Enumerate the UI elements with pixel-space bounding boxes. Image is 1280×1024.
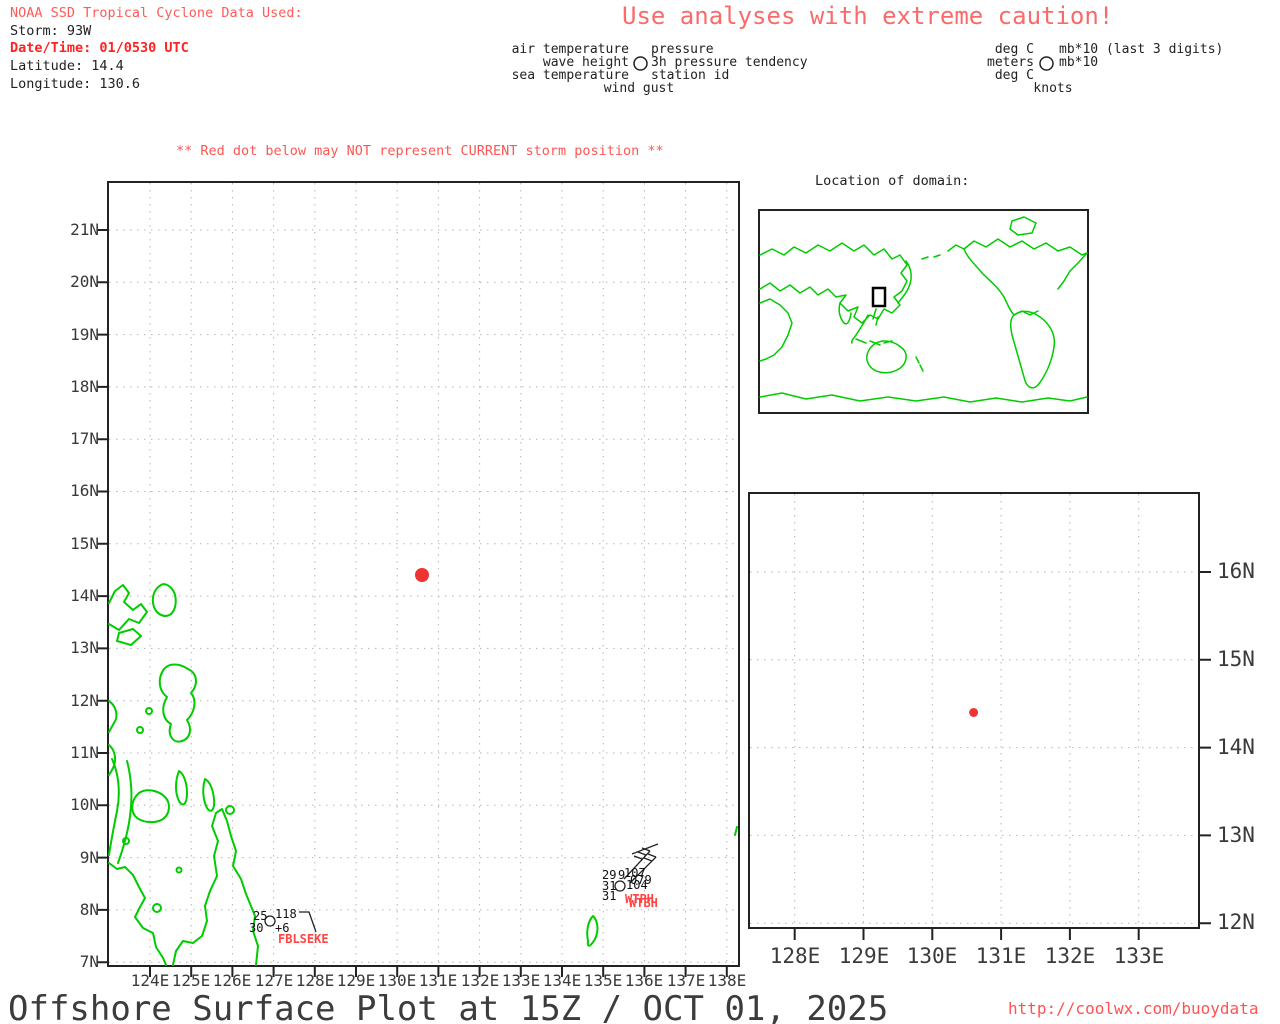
coast-australia <box>867 341 906 373</box>
ytick-12N: 12N <box>54 691 99 710</box>
units-tendency: mb*10 <box>1059 55 1098 70</box>
ytick-7N: 7N <box>54 952 99 971</box>
domain-world-map <box>758 209 1089 414</box>
caution-warning: Use analyses with extreme caution! <box>622 2 1113 30</box>
header-block: NOAA SSD Tropical Cyclone Data Used: Sto… <box>10 4 43 130</box>
station-id-wtbh: WTBH <box>629 897 658 909</box>
main-map-graphic <box>109 183 738 965</box>
coast-new-zealand <box>916 357 923 371</box>
inset-xtick-133E: 133E <box>1108 944 1170 968</box>
ytick-15N: 15N <box>54 534 99 553</box>
coast-india <box>839 303 851 324</box>
coast-antarctica <box>760 393 1087 402</box>
ytick-17N: 17N <box>54 429 99 448</box>
coast-aleutians <box>922 245 964 259</box>
inset-ytick-12N: 12N <box>1217 910 1255 934</box>
ytick-9N: 9N <box>54 848 99 867</box>
xtick-136E: 136E <box>624 971 664 990</box>
ytick-20N: 20N <box>54 272 99 291</box>
ytick-21N: 21N <box>54 220 99 239</box>
xtick-129E: 129E <box>336 971 376 990</box>
inset-xtick-130E: 130E <box>901 944 963 968</box>
xtick-127E: 127E <box>254 971 294 990</box>
inset-xtick-129E: 129E <box>833 944 895 968</box>
station-pressure: 118 <box>275 908 297 920</box>
header-source-line: NOAA SSD Tropical Cyclone Data Used: <box>10 4 303 22</box>
units-station-circle-icon <box>1038 55 1055 72</box>
inset-xtick-132E: 132E <box>1039 944 1101 968</box>
xtick-128E: 128E <box>295 971 335 990</box>
inset-ytick-16N: 16N <box>1217 559 1255 583</box>
storm-position-dot-inset <box>969 708 978 717</box>
station-value: 104 <box>626 879 648 891</box>
xtick-134E: 134E <box>542 971 582 990</box>
legend-station-id: station id <box>651 68 729 83</box>
ytick-14N: 14N <box>54 586 99 605</box>
legend-station-circle-icon <box>632 55 649 72</box>
domain-highlight-rect <box>873 288 885 306</box>
xtick-124E: 124E <box>130 971 170 990</box>
ytick-11N: 11N <box>54 743 99 762</box>
ytick-8N: 8N <box>54 900 99 919</box>
source-url-link[interactable]: http://coolwx.com/buoydata <box>1008 999 1258 1018</box>
storm-position-dot <box>415 568 429 582</box>
xtick-131E: 131E <box>418 971 458 990</box>
ytick-10N: 10N <box>54 795 99 814</box>
inset-ytick-14N: 14N <box>1217 735 1255 759</box>
coast-africa <box>760 299 792 361</box>
station-value: 31 <box>602 890 616 902</box>
coast-greenland <box>1010 217 1036 235</box>
ytick-13N: 13N <box>54 638 99 657</box>
ytick-19N: 19N <box>54 325 99 344</box>
inset-map-ticks <box>795 572 1211 940</box>
header-storm: Storm: 93W <box>10 22 91 40</box>
inset-ytick-15N: 15N <box>1217 647 1255 671</box>
station-sea-temp: 30 <box>249 922 263 934</box>
station-id-fblseke: FBLSEKE <box>278 933 329 945</box>
xtick-133E: 133E <box>501 971 541 990</box>
plot-title: Offshore Surface Plot at 15Z / OCT 01, 2… <box>8 989 888 1024</box>
coast-na-east <box>1058 253 1087 289</box>
inset-xtick-131E: 131E <box>970 944 1032 968</box>
legend-wind-gust: wind gust <box>589 81 689 96</box>
header-latitude: Latitude: 14.4 <box>10 57 124 75</box>
xtick-138E: 138E <box>707 971 747 990</box>
ytick-16N: 16N <box>54 481 99 500</box>
coast-na-west <box>964 249 1014 315</box>
domain-map-title: Location of domain: <box>815 173 969 189</box>
xtick-135E: 135E <box>583 971 623 990</box>
xtick-125E: 125E <box>171 971 211 990</box>
coast-seasia <box>852 315 868 343</box>
coast-eurasia <box>760 243 907 323</box>
header-datetime: Date/Time: 01/0530 UTC <box>10 39 189 57</box>
xtick-126E: 126E <box>212 971 252 990</box>
xtick-130E: 130E <box>377 971 417 990</box>
main-map: 21N 20N 19N 18N 17N 16N 15N 14N 13N 12N … <box>107 181 740 967</box>
world-coastline-graphic <box>760 211 1087 412</box>
inset-xtick-128E: 128E <box>764 944 826 968</box>
offshore-surface-plot-page: NOAA SSD Tropical Cyclone Data Used: Sto… <box>0 0 1280 1024</box>
coast-south-america <box>1011 311 1055 387</box>
header-longitude: Longitude: 130.6 <box>10 75 140 93</box>
xtick-132E: 132E <box>460 971 500 990</box>
xtick-137E: 137E <box>666 971 706 990</box>
coast-north-america <box>964 239 1087 255</box>
units-wind-gust: knots <box>1018 81 1088 96</box>
inset-ytick-13N: 13N <box>1217 823 1255 847</box>
ytick-18N: 18N <box>54 377 99 396</box>
red-dot-note: ** Red dot below may NOT represent CURRE… <box>176 143 664 159</box>
inset-zoom-map: 16N 15N 14N 13N 12N 128E 129E 130E 131E … <box>748 492 1200 929</box>
inset-map-graphic <box>750 494 1198 927</box>
